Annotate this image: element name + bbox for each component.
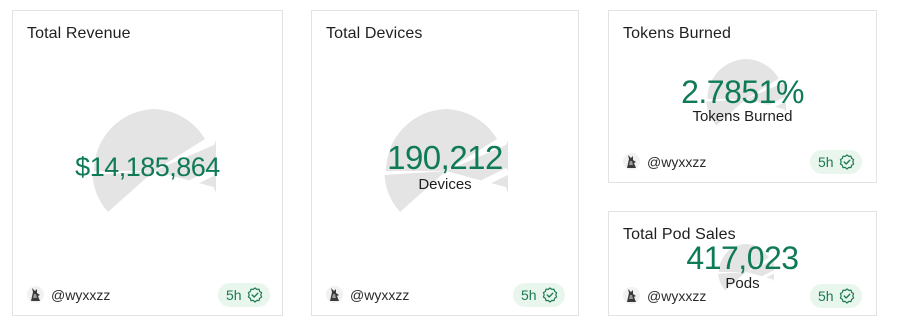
card-title: Total Revenue [27, 25, 131, 42]
pods-value: 417,023 [686, 240, 799, 276]
devices-value: 190,212 [387, 139, 503, 176]
wolf-avatar-icon [623, 153, 640, 170]
age-badge: 5h [810, 284, 862, 308]
author[interactable]: @wyxxzz [326, 286, 409, 303]
age-text: 5h [226, 287, 242, 303]
total-revenue-card[interactable]: Total Revenue $14,185,864 @wyxxzz 5h [12, 10, 283, 316]
devices-unit: Devices [418, 176, 472, 193]
verified-check-icon [839, 154, 854, 170]
verified-check-icon [839, 288, 854, 304]
age-text: 5h [521, 287, 537, 303]
author-handle: @wyxxzz [51, 286, 111, 303]
revenue-value: $14,185,864 [75, 152, 220, 182]
age-text: 5h [818, 154, 834, 170]
author[interactable]: @wyxxzz [623, 153, 706, 170]
author[interactable]: @wyxxzz [623, 287, 706, 304]
tokens-unit: Tokens Burned [692, 108, 793, 125]
tokens-burned-card[interactable]: Tokens Burned 2.7851% Tokens Burned @wyx… [608, 10, 877, 183]
author-handle: @wyxxzz [350, 286, 410, 303]
age-badge: 5h [810, 150, 862, 174]
author-handle: @wyxxzz [647, 153, 707, 170]
author-handle: @wyxxzz [647, 287, 707, 304]
card-title: Total Devices [326, 25, 423, 42]
verified-check-icon [247, 287, 262, 303]
verified-check-icon [542, 287, 557, 303]
wolf-avatar-icon [326, 286, 343, 303]
total-pod-sales-card[interactable]: Total Pod Sales 417,023 Pods @wyxxzz 5h [608, 211, 877, 316]
age-badge: 5h [218, 283, 270, 307]
wolf-avatar-icon [623, 287, 640, 304]
total-devices-card[interactable]: Total Devices 190,212 Devices @wyxxzz 5h [311, 10, 579, 316]
card-title: Tokens Burned [623, 25, 732, 42]
author[interactable]: @wyxxzz [27, 286, 110, 303]
tokens-value: 2.7851% [681, 74, 804, 110]
age-text: 5h [818, 288, 834, 304]
age-badge: 5h [513, 283, 565, 307]
wolf-avatar-icon [27, 286, 44, 303]
